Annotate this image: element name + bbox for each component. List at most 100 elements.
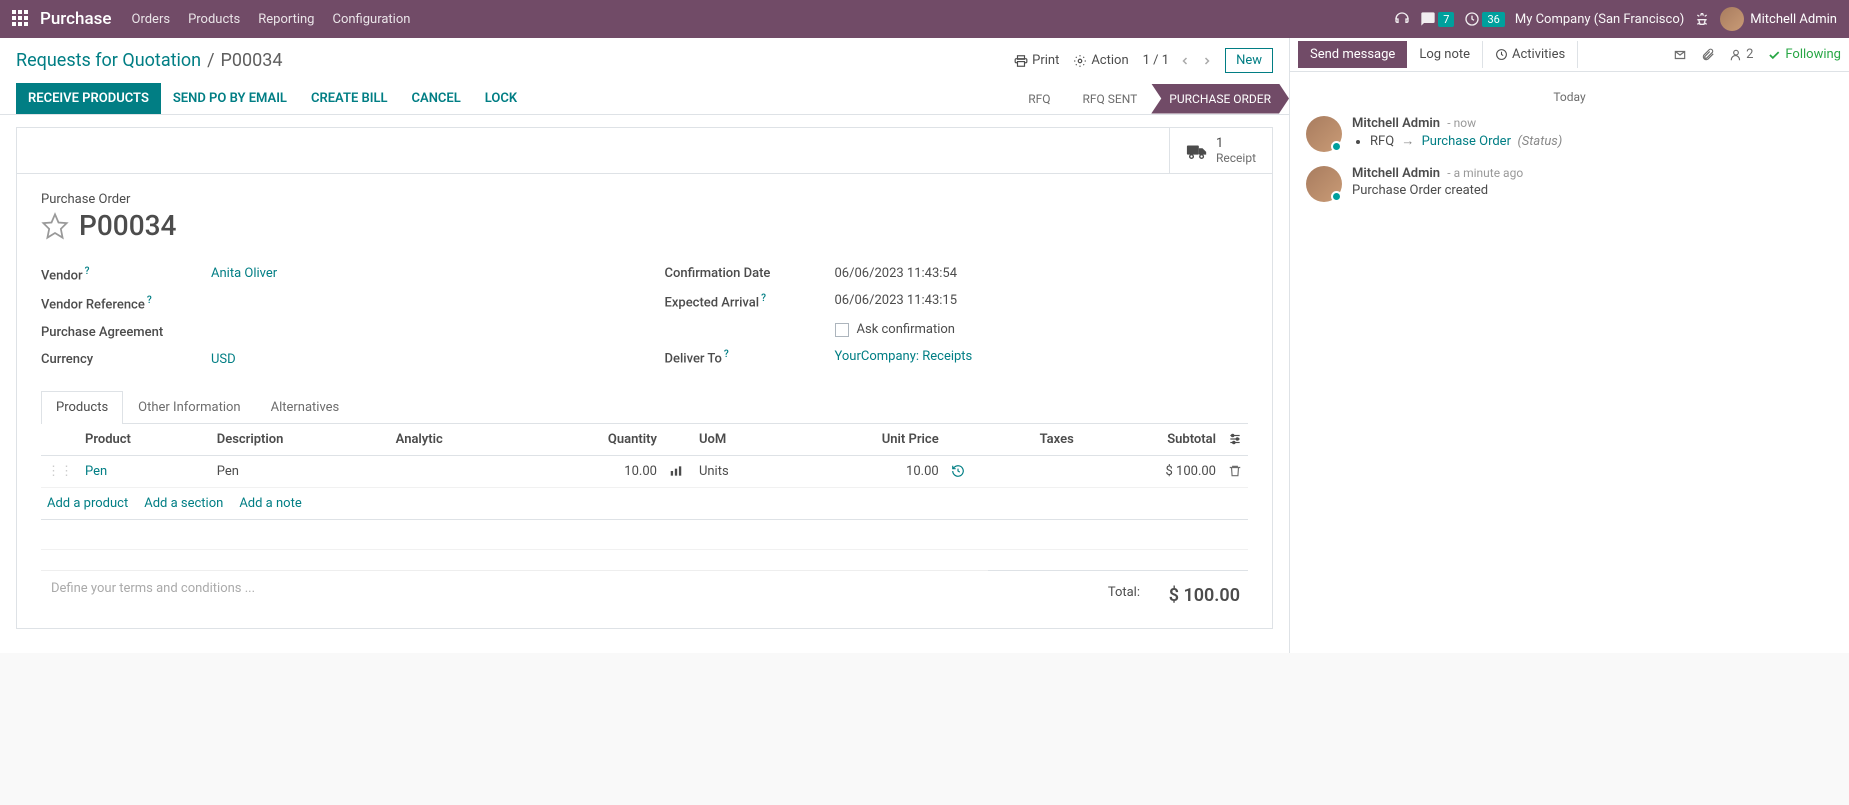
send-message-button[interactable]: Send message xyxy=(1298,41,1407,68)
col-options-icon[interactable] xyxy=(1222,424,1248,456)
search-messages-icon[interactable] xyxy=(1673,48,1687,62)
line-product[interactable]: Pen xyxy=(79,455,211,487)
col-analytic[interactable]: Analytic xyxy=(390,424,524,456)
terms-field[interactable]: Define your terms and conditions ... xyxy=(41,570,988,610)
line-price[interactable]: 10.00 xyxy=(788,455,945,487)
line-uom[interactable]: Units xyxy=(693,455,788,487)
send-po-email-button[interactable]: SEND PO BY EMAIL xyxy=(161,83,299,114)
add-product-link[interactable]: Add a product xyxy=(47,496,128,511)
activities-button[interactable]: Activities xyxy=(1482,41,1578,68)
currency-field[interactable]: USD xyxy=(211,352,625,367)
col-description[interactable]: Description xyxy=(211,424,390,456)
menu-configuration[interactable]: Configuration xyxy=(332,12,410,27)
form-sheet: 1 Receipt Purchase Order P00034 xyxy=(16,127,1273,629)
confirmation-date-field[interactable]: 06/06/2023 11:43:54 xyxy=(835,266,1249,281)
tabs: Products Other Information Alternatives xyxy=(41,391,1248,424)
new-button[interactable]: New xyxy=(1225,48,1273,73)
checkbox-icon xyxy=(835,323,849,337)
activities-tray-icon[interactable]: 36 xyxy=(1464,11,1504,27)
log-note-button[interactable]: Log note xyxy=(1407,41,1482,68)
status-purchase-order: PURCHASE ORDER xyxy=(1151,84,1289,114)
total-value: $ 100.00 xyxy=(1160,585,1240,606)
following-button[interactable]: Following xyxy=(1767,47,1841,62)
status-rfq-sent[interactable]: RFQ SENT xyxy=(1065,84,1156,114)
debug-icon[interactable] xyxy=(1694,11,1710,27)
expected-arrival-field[interactable]: 06/06/2023 11:43:15 xyxy=(835,293,1249,310)
pager-prev[interactable] xyxy=(1179,55,1191,67)
attachments-icon[interactable] xyxy=(1701,48,1715,62)
create-bill-button[interactable]: CREATE BILL xyxy=(299,83,400,114)
arrow-icon: → xyxy=(1401,134,1414,149)
avatar[interactable] xyxy=(1306,166,1342,202)
voip-icon[interactable] xyxy=(1394,11,1410,27)
col-uom[interactable]: UoM xyxy=(693,424,788,456)
table-row[interactable]: ⋮⋮ Pen Pen 10.00 Units 10.00 $ 100.0 xyxy=(41,455,1248,487)
priority-star-icon[interactable] xyxy=(41,212,69,240)
print-button[interactable]: Print xyxy=(1014,53,1059,68)
user-menu[interactable]: Mitchell Admin xyxy=(1720,7,1837,31)
message-body: Purchase Order created xyxy=(1352,183,1833,198)
vendor-ref-label: Vendor Reference? xyxy=(41,295,211,312)
message-time: - a minute ago xyxy=(1447,166,1523,180)
line-quantity[interactable]: 10.00 xyxy=(524,455,663,487)
tab-products[interactable]: Products xyxy=(41,391,123,424)
doc-type-label: Purchase Order xyxy=(41,192,1248,207)
col-taxes[interactable]: Taxes xyxy=(975,424,1080,456)
pager-text[interactable]: 1 / 1 xyxy=(1143,53,1169,68)
action-button[interactable]: Action xyxy=(1073,53,1128,68)
lock-button[interactable]: LOCK xyxy=(473,83,529,114)
ask-confirmation-checkbox[interactable]: Ask confirmation xyxy=(835,322,1249,337)
line-analytic[interactable] xyxy=(390,455,524,487)
vendor-field[interactable]: Anita Oliver xyxy=(211,266,625,283)
message-time: - now xyxy=(1447,116,1476,130)
drag-handle-icon[interactable]: ⋮⋮ xyxy=(41,455,79,487)
agreement-field[interactable] xyxy=(211,325,625,340)
messaging-icon[interactable]: 7 xyxy=(1420,11,1454,27)
pager-next[interactable] xyxy=(1201,55,1213,67)
delete-line-icon[interactable] xyxy=(1222,455,1248,487)
tab-alternatives[interactable]: Alternatives xyxy=(256,391,355,423)
avatar[interactable] xyxy=(1306,116,1342,152)
tab-other-info[interactable]: Other Information xyxy=(123,391,255,423)
col-quantity[interactable]: Quantity xyxy=(524,424,663,456)
status-rfq[interactable]: RFQ xyxy=(1010,84,1068,114)
line-taxes[interactable] xyxy=(975,455,1080,487)
line-description[interactable]: Pen xyxy=(211,455,390,487)
company-switcher[interactable]: My Company (San Francisco) xyxy=(1515,12,1684,27)
receipt-count: 1 xyxy=(1216,136,1256,151)
price-history-icon[interactable] xyxy=(945,455,975,487)
cancel-button[interactable]: CANCEL xyxy=(400,83,473,114)
top-navbar: Purchase Orders Products Reporting Confi… xyxy=(0,0,1849,38)
receipt-stat-button[interactable]: 1 Receipt xyxy=(1169,128,1272,173)
avatar xyxy=(1720,7,1744,31)
col-unit-price[interactable]: Unit Price xyxy=(788,424,945,456)
message-author[interactable]: Mitchell Admin xyxy=(1352,116,1440,131)
status-bar: RFQ RFQ SENT PURCHASE ORDER xyxy=(1010,84,1289,114)
app-name[interactable]: Purchase xyxy=(40,9,112,29)
tracking-new-value[interactable]: Purchase Order xyxy=(1422,134,1511,149)
menu-reporting[interactable]: Reporting xyxy=(258,12,314,27)
apps-icon[interactable] xyxy=(12,10,30,28)
col-subtotal[interactable]: Subtotal xyxy=(1080,424,1222,456)
menu-orders[interactable]: Orders xyxy=(132,12,171,27)
add-section-link[interactable]: Add a section xyxy=(144,496,223,511)
chatter: Send message Log note Activities 2 Follo… xyxy=(1289,38,1849,653)
followers-button[interactable]: 2 xyxy=(1729,47,1753,62)
deliver-to-field[interactable]: YourCompany: Receipts xyxy=(835,349,1249,366)
message-author[interactable]: Mitchell Admin xyxy=(1352,166,1440,181)
forecast-icon[interactable] xyxy=(663,455,693,487)
breadcrumb-parent[interactable]: Requests for Quotation xyxy=(16,50,201,71)
action-row: RECEIVE PRODUCTS SEND PO BY EMAIL CREATE… xyxy=(0,83,1289,115)
add-note-link[interactable]: Add a note xyxy=(239,496,301,511)
col-product[interactable]: Product xyxy=(79,424,211,456)
deliver-to-label: Deliver To? xyxy=(665,349,835,366)
menu-products[interactable]: Products xyxy=(188,12,240,27)
breadcrumb: Requests for Quotation / P00034 xyxy=(16,50,282,71)
control-bar: Requests for Quotation / P00034 Print Ac… xyxy=(0,38,1289,83)
agreement-label: Purchase Agreement xyxy=(41,325,211,340)
receive-products-button[interactable]: RECEIVE PRODUCTS xyxy=(16,83,161,114)
user-name: Mitchell Admin xyxy=(1750,12,1837,27)
currency-label: Currency xyxy=(41,352,211,367)
activities-badge: 36 xyxy=(1482,12,1504,27)
vendor-ref-field[interactable] xyxy=(211,295,625,312)
